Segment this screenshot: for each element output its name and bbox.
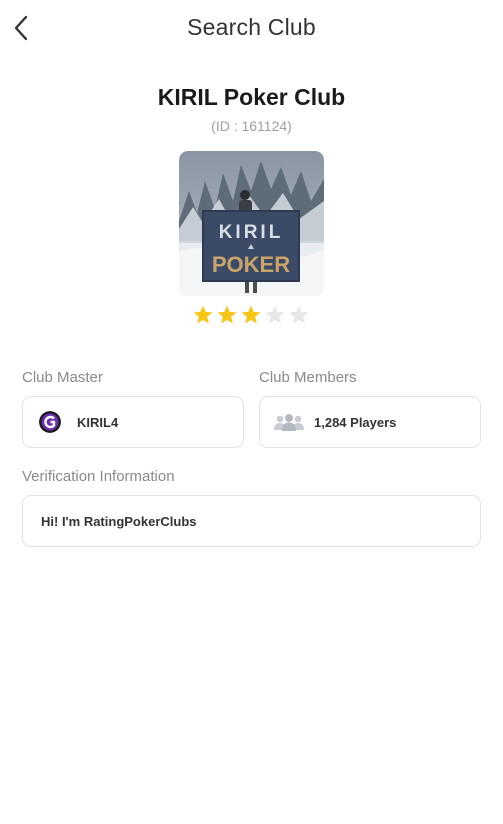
star-rating (192, 304, 312, 330)
club-image: KIRIL POKER (179, 151, 324, 296)
avatar (39, 411, 61, 433)
header: Search Club (0, 0, 503, 56)
star-empty-icon (289, 305, 309, 324)
club-members-label: Club Members (259, 369, 357, 386)
club-name: KIRIL Poker Club (157, 84, 346, 110)
verification-message: Hi! I'm RatingPokerClubs (41, 513, 197, 529)
page-title: Search Club (187, 14, 316, 40)
star-filled-icon (217, 305, 237, 324)
verification-box: Hi! I'm RatingPokerClubs (22, 495, 481, 547)
star-empty-icon (265, 305, 285, 324)
verification-label: Verification Information (22, 468, 175, 485)
club-master-label: Club Master (22, 369, 103, 386)
star-filled-icon (241, 305, 261, 324)
club-members-count: 1,284 Players (314, 414, 397, 430)
banner-line1: KIRIL (219, 222, 284, 243)
star-filled-icon (193, 305, 213, 324)
people-group-icon (274, 414, 304, 431)
club-master-box: KIRIL4 (22, 396, 244, 448)
club-master-name: KIRIL4 (77, 414, 119, 430)
club-members-box: 1,284 Players (259, 396, 481, 448)
club-id: (ID : 161124) (211, 118, 292, 134)
banner-line2: POKER (212, 252, 290, 277)
